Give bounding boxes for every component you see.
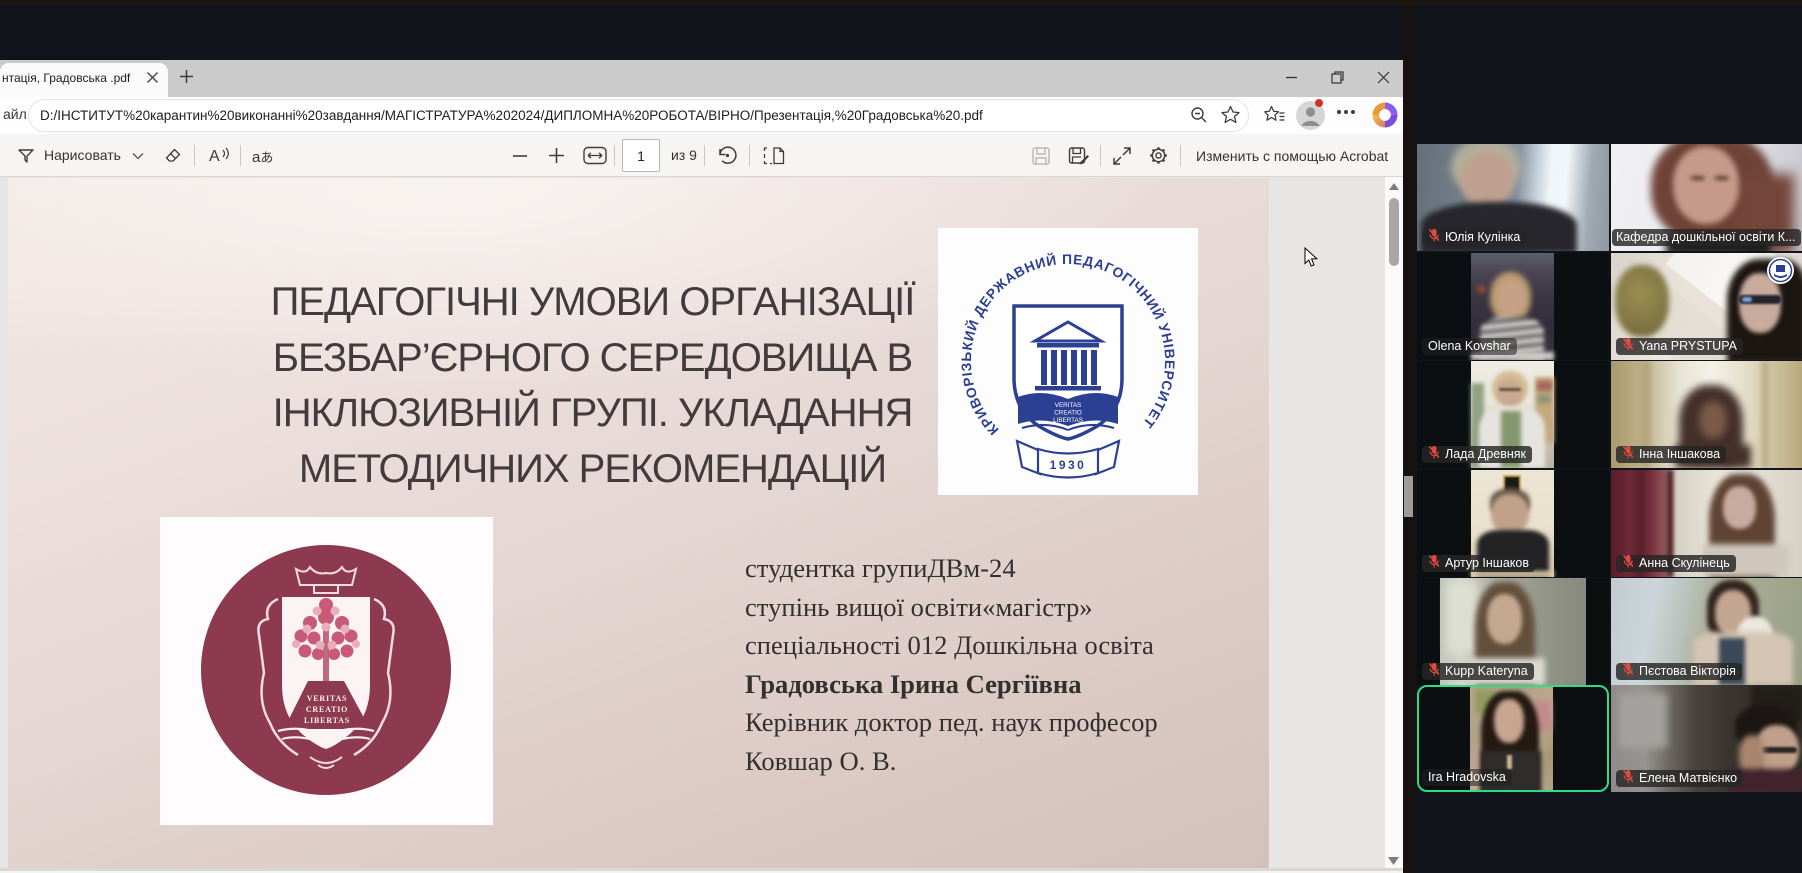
svg-text:LIBERTAS: LIBERTAS (304, 716, 350, 725)
svg-text:VERITAS: VERITAS (307, 694, 348, 703)
svg-text:CREATIO: CREATIO (1054, 410, 1082, 417)
svg-text:LIBERTAS: LIBERTAS (1053, 417, 1083, 424)
svg-text:A: A (209, 148, 220, 165)
svg-text:1930: 1930 (1050, 458, 1087, 472)
svg-text:CREATIO: CREATIO (306, 705, 348, 714)
svg-text:VERITAS: VERITAS (1055, 402, 1081, 409)
